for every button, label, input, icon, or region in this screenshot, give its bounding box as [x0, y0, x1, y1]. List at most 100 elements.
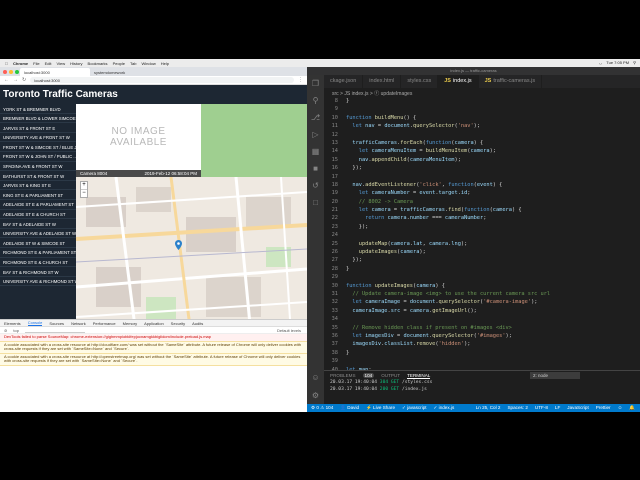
camera-list-item[interactable]: BREMNER BLVD & LOWER SIMCOE ST [0, 114, 76, 124]
editor-tab[interactable]: styles.css [401, 75, 439, 88]
camera-list-item[interactable]: BATHURST ST & FRONT ST W [0, 171, 76, 181]
devtools-tab-console[interactable]: Console [27, 320, 43, 326]
status-item[interactable]: Prettier [596, 405, 611, 411]
code-line: 33 cameraImage.src = camera.getImageUrl(… [324, 307, 640, 315]
code-token: ); [454, 156, 461, 163]
line-number: 35 [331, 324, 338, 331]
browser-tab[interactable]: systemdomework [90, 68, 160, 76]
status-item[interactable]: LF [555, 405, 560, 411]
map[interactable]: + − Leaflet | © OpenStreetMap contributo… [76, 177, 307, 335]
menu-edit[interactable]: Edit [45, 61, 52, 66]
code-token: nav [365, 123, 375, 130]
breadcrumb[interactable]: src > JS index.js > ⓕ updateImages [324, 88, 640, 97]
devtools-tab-performance[interactable]: Performance [93, 321, 116, 326]
tab-output[interactable]: OUTPUT [381, 373, 400, 378]
camera-list-item[interactable]: FRONT ST W & JOHN ST / PUBLIC ... [0, 152, 76, 162]
debug-icon[interactable]: ▷ [307, 126, 324, 143]
camera-list-item[interactable]: JARVIS ST & KING ST E [0, 181, 76, 191]
terminal-select[interactable]: 2: node [530, 372, 580, 379]
camera-list-item[interactable]: ADELAIDE ST E & PARLIAMENT ST [0, 200, 76, 210]
menubar-clock[interactable]: Tue 7:05 PM [606, 60, 629, 65]
extensions-icon[interactable]: ▦ [307, 143, 324, 160]
more-icon[interactable]: ⋮ [298, 77, 303, 83]
menu-help[interactable]: Help [161, 61, 169, 66]
editor-tabs: ckage.json index.html styles.css JS index.js… [324, 75, 640, 88]
editor-tab[interactable]: ckage.json [324, 75, 364, 88]
status-item[interactable]: Ln 25, Col 2 [476, 405, 501, 411]
minimize-window-button[interactable] [9, 70, 13, 74]
clear-console-icon[interactable]: ⊘ [4, 328, 7, 333]
camera-list-item[interactable]: RICHMOND ST E & CHURCH ST [0, 258, 76, 268]
editor-tab[interactable]: JS traffic-cameras.js [479, 75, 543, 88]
status-item[interactable]: ⚡ Live Share [366, 405, 395, 411]
camera-list-item[interactable]: RICHMOND ST E & PARLIAMENT ST [0, 248, 76, 258]
menu-bookmarks[interactable]: Bookmarks [88, 61, 108, 66]
status-item[interactable]: 👤 David [340, 405, 359, 411]
browser-tab-active[interactable]: localhost:3000 [20, 68, 90, 76]
explorer-icon[interactable]: ❐ [307, 75, 324, 92]
status-item[interactable]: UTF-8 [535, 405, 548, 411]
zoom-window-button[interactable] [15, 70, 19, 74]
devtools-tab-sources[interactable]: Sources [49, 321, 64, 326]
status-item[interactable]: 🔔 [629, 405, 635, 411]
camera-list-item[interactable]: JARVIS ST & FRONT ST E [0, 123, 76, 133]
menu-file[interactable]: File [33, 61, 39, 66]
search-icon[interactable]: ⚲ [633, 60, 636, 65]
status-item[interactable]: JavaScript [567, 405, 588, 411]
camera-list-item[interactable]: FRONT ST W & SIMCOE ST / BLUE J... [0, 142, 76, 152]
camera-list-item[interactable]: BAY ST & RICHMOND ST W [0, 267, 76, 277]
menu-history[interactable]: History [70, 61, 82, 66]
back-icon[interactable]: ← [4, 77, 9, 83]
editor-tab[interactable]: index.html [363, 75, 402, 88]
devtools-tab-memory[interactable]: Memory [123, 321, 137, 326]
menu-view[interactable]: View [56, 61, 65, 66]
settings-icon[interactable]: ⚙ [307, 387, 324, 404]
devtools-tab-security[interactable]: Security [171, 321, 185, 326]
reload-icon[interactable]: ↻ [22, 77, 26, 83]
context-select[interactable]: top [13, 328, 19, 333]
camera-list-item[interactable]: UNIVERSITY AVE & ADELAIDE ST W [0, 229, 76, 239]
camera-list-item[interactable]: SPADINA AVE & FRONT ST W [0, 162, 76, 172]
devtools-tab-audits[interactable]: Audits [192, 321, 203, 326]
filter-input[interactable] [24, 328, 85, 333]
address-field[interactable]: localhost:3000 [30, 77, 294, 83]
status-item[interactable]: ⚙ 0 ⚠ 104 [311, 405, 333, 411]
camera-list-item[interactable]: UNIVERSITY AVE & FRONT ST W [0, 133, 76, 143]
zoom-out-button[interactable]: − [81, 189, 87, 197]
status-item[interactable]: Spaces: 2 [507, 405, 527, 411]
camera-list-item[interactable]: ADELAIDE ST W & SIMCOE ST [0, 238, 76, 248]
devtools-tab-application[interactable]: Application [144, 321, 164, 326]
close-window-button[interactable] [3, 70, 7, 74]
camera-list-item[interactable]: KING ST E & PARLIAMENT ST [0, 190, 76, 200]
map-marker-icon[interactable] [175, 240, 182, 250]
camera-list-item[interactable]: UNIVERSITY AVE & RICHMOND ST W [0, 277, 76, 287]
status-item[interactable]: ✓ index.js [434, 405, 455, 411]
terminal-method: GET [390, 386, 402, 392]
source-control-icon[interactable]: ⎇ [307, 109, 324, 126]
zoom-in-button[interactable]: + [81, 182, 87, 189]
forward-icon[interactable]: → [13, 77, 18, 83]
menu-tab[interactable]: Tab [130, 61, 136, 66]
account-icon[interactable]: ☺ [307, 369, 324, 386]
docker-icon[interactable]: ■ [307, 160, 324, 177]
code-editor[interactable]: 8} 9 10 function buildMenu() {11 let nav = … [324, 97, 640, 373]
camera-list-item[interactable]: YORK ST & BREMNER BLVD [0, 104, 76, 114]
tab-problems[interactable]: PROBLEMS [330, 373, 356, 378]
levels-select[interactable]: Default levels [277, 328, 301, 333]
camera-list-item[interactable]: ADELAIDE ST E & CHURCH ST [0, 210, 76, 220]
devtools-tab-elements[interactable]: Elements [4, 321, 21, 326]
status-item[interactable]: ☺ [618, 405, 623, 411]
menu-people[interactable]: People [113, 61, 125, 66]
devtools-tab-network[interactable]: Network [71, 321, 86, 326]
live-share-icon[interactable]: ↺ [307, 177, 324, 194]
wifi-icon[interactable]: ◡ [599, 60, 603, 65]
status-item[interactable]: ✓ javascript [402, 405, 427, 411]
apple-icon[interactable]:  [5, 61, 8, 66]
menu-chrome[interactable]: Chrome [13, 61, 28, 66]
remote-icon[interactable]: □ [307, 194, 324, 211]
menu-window[interactable]: Window [141, 61, 155, 66]
search-icon[interactable]: ⚲ [307, 92, 324, 109]
editor-tab[interactable]: JS index.js [438, 75, 479, 88]
camera-list-item[interactable]: BAY ST & ADELAIDE ST W [0, 219, 76, 229]
tab-terminal[interactable]: TERMINAL [407, 373, 431, 379]
